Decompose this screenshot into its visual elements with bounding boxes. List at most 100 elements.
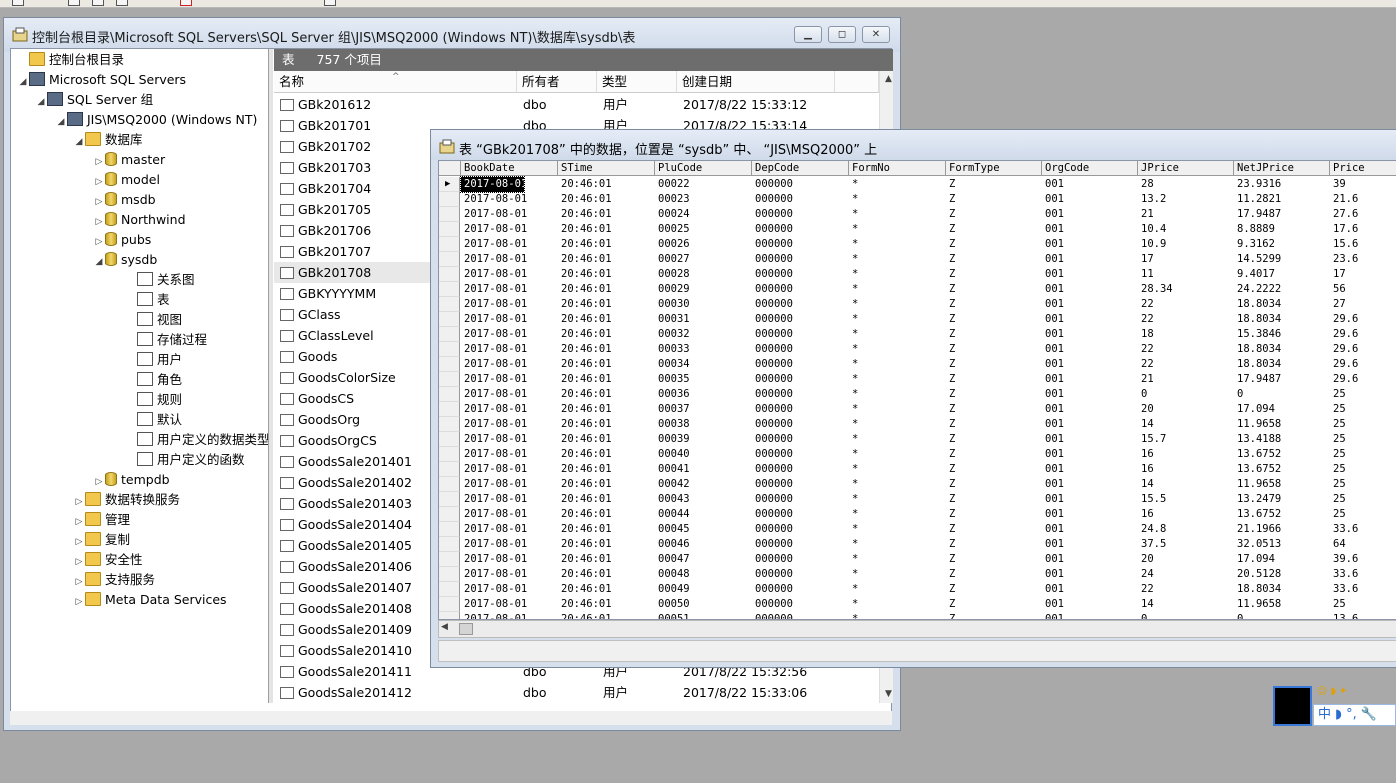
grid-cell[interactable]: 14.5299 (1234, 252, 1330, 267)
row-selector[interactable] (439, 387, 460, 402)
tree-item[interactable]: ◢ sysdb (93, 250, 157, 270)
grid-cell[interactable]: Z (946, 177, 1042, 192)
grid-cell[interactable]: 000000 (752, 552, 849, 567)
grid-cell[interactable]: 11.9658 (1234, 477, 1330, 492)
grid-cell[interactable]: 000000 (752, 387, 849, 402)
grid-cell[interactable]: 00026 (655, 237, 752, 252)
row-selector[interactable] (439, 282, 460, 297)
grid-cell[interactable]: 001 (1042, 222, 1138, 237)
grid-cell[interactable]: * (849, 222, 946, 237)
tree-item[interactable]: ▷ 复制 (73, 530, 130, 550)
grid-cell[interactable]: 20:46:01 (558, 552, 655, 567)
grid-cell[interactable]: 00028 (655, 267, 752, 282)
grid-cell[interactable]: * (849, 342, 946, 357)
grid-cell[interactable]: * (849, 207, 946, 222)
row-selector[interactable] (439, 402, 460, 417)
grid-cell[interactable]: 2017-08-01 (461, 552, 558, 567)
grid-cell[interactable]: 20:46:01 (558, 252, 655, 267)
row-selector[interactable] (439, 552, 460, 567)
grid-cell[interactable]: Z (946, 447, 1042, 462)
row-selector[interactable] (439, 537, 460, 552)
grid-cell[interactable]: 00049 (655, 582, 752, 597)
grid-column-header[interactable]: STime (558, 161, 655, 176)
grid-cell[interactable]: 001 (1042, 357, 1138, 372)
grid-cell[interactable]: 20:46:01 (558, 537, 655, 552)
grid-cell[interactable]: 001 (1042, 417, 1138, 432)
expand-toggle-icon[interactable]: ◢ (35, 92, 47, 112)
tree-item[interactable]: 控制台根目录 (17, 50, 124, 70)
grid-cell[interactable]: Z (946, 222, 1042, 237)
grid-cell[interactable]: 001 (1042, 387, 1138, 402)
grid-cell[interactable]: 22 (1138, 312, 1234, 327)
grid-cell[interactable]: 18.8034 (1234, 312, 1330, 327)
grid-cell[interactable]: 11.2821 (1234, 192, 1330, 207)
scroll-up-icon[interactable]: ▲ (880, 71, 893, 88)
grid-cell[interactable]: 00047 (655, 552, 752, 567)
grid-cell[interactable]: 00022 (655, 177, 752, 192)
row-selector[interactable] (439, 507, 460, 522)
grid-cell[interactable]: * (849, 267, 946, 282)
grid-cell[interactable]: 2017-08-01 (461, 582, 558, 597)
row-selector[interactable] (439, 312, 460, 327)
grid-cell[interactable]: 64 (1330, 537, 1396, 552)
grid-cell[interactable]: * (849, 597, 946, 612)
grid-cell[interactable]: 21 (1138, 372, 1234, 387)
grid-cell[interactable]: 20:46:01 (558, 582, 655, 597)
tree-item[interactable]: ◢ 数据库 (73, 130, 143, 150)
grid-cell[interactable]: 2017-08-01 (461, 492, 558, 507)
tree-item[interactable]: 表 (125, 290, 170, 310)
grid-cell[interactable]: 22 (1138, 297, 1234, 312)
grid-cell[interactable]: 001 (1042, 522, 1138, 537)
grid-cell[interactable]: * (849, 612, 946, 619)
table-row[interactable]: GoodsSale201412 dbo 用户 2017/8/22 15:33:06 (274, 682, 878, 703)
row-selector[interactable] (439, 267, 460, 282)
grid-cell[interactable]: 00024 (655, 207, 752, 222)
data-grid[interactable]: BookDate STime PluCode DepCode FormNo FormTyp… (438, 160, 1396, 620)
grid-cell[interactable]: 2017-08-01 (461, 222, 558, 237)
grid-cell[interactable]: 001 (1042, 237, 1138, 252)
grid-corner[interactable] (439, 161, 461, 176)
grid-cell[interactable]: 29.6 (1330, 312, 1396, 327)
grid-cell[interactable]: 2017-08-01 (461, 357, 558, 372)
row-selector[interactable] (439, 372, 460, 387)
row-selector[interactable] (439, 327, 460, 342)
grid-cell[interactable]: 000000 (752, 342, 849, 357)
grid-cell[interactable]: 17 (1330, 267, 1396, 282)
tree-item[interactable]: 角色 (125, 370, 182, 390)
grid-cell[interactable]: 25 (1330, 462, 1396, 477)
grid-cell[interactable]: 000000 (752, 492, 849, 507)
grid-cell[interactable]: * (849, 387, 946, 402)
grid-cell[interactable]: 17.094 (1234, 552, 1330, 567)
grid-cell[interactable]: Z (946, 597, 1042, 612)
grid-cell[interactable]: 11 (1138, 267, 1234, 282)
grid-cell[interactable]: 20:46:01 (558, 567, 655, 582)
grid-cell[interactable]: 001 (1042, 477, 1138, 492)
grid-cell[interactable]: * (849, 312, 946, 327)
grid-cell[interactable]: 33.6 (1330, 582, 1396, 597)
grid-cell[interactable]: * (849, 492, 946, 507)
grid-cell[interactable]: 2017-08-01 (461, 447, 558, 462)
grid-cell[interactable]: 00050 (655, 597, 752, 612)
grid-cell[interactable]: 001 (1042, 462, 1138, 477)
grid-cell[interactable]: 23.9316 (1234, 177, 1330, 192)
row-selector[interactable] (439, 567, 460, 582)
grid-cell[interactable]: 56 (1330, 282, 1396, 297)
grid-cell[interactable]: 00046 (655, 537, 752, 552)
grid-cell[interactable]: 20:46:01 (558, 312, 655, 327)
grid-cell[interactable]: 00031 (655, 312, 752, 327)
grid-column-header[interactable]: FormType (946, 161, 1042, 176)
expand-toggle-icon[interactable]: ◢ (17, 72, 29, 92)
grid-cell[interactable]: 001 (1042, 597, 1138, 612)
grid-cell[interactable]: 00048 (655, 567, 752, 582)
grid-cell[interactable]: 33.6 (1330, 522, 1396, 537)
grid-cell[interactable]: 001 (1042, 267, 1138, 282)
grid-cell[interactable]: 25 (1330, 507, 1396, 522)
grid-cell[interactable]: 20:46:01 (558, 507, 655, 522)
grid-cell[interactable]: 20:46:01 (558, 192, 655, 207)
row-selector[interactable] (439, 297, 460, 312)
grid-cell[interactable]: 10.4 (1138, 222, 1234, 237)
row-selector[interactable] (439, 477, 460, 492)
grid-cell[interactable]: 000000 (752, 222, 849, 237)
ime-indicator[interactable]: ☺ ◗ ✦ 中 ◗ °, 🔧 (1273, 686, 1396, 726)
grid-cell[interactable]: 2017-08-01 (461, 282, 558, 297)
